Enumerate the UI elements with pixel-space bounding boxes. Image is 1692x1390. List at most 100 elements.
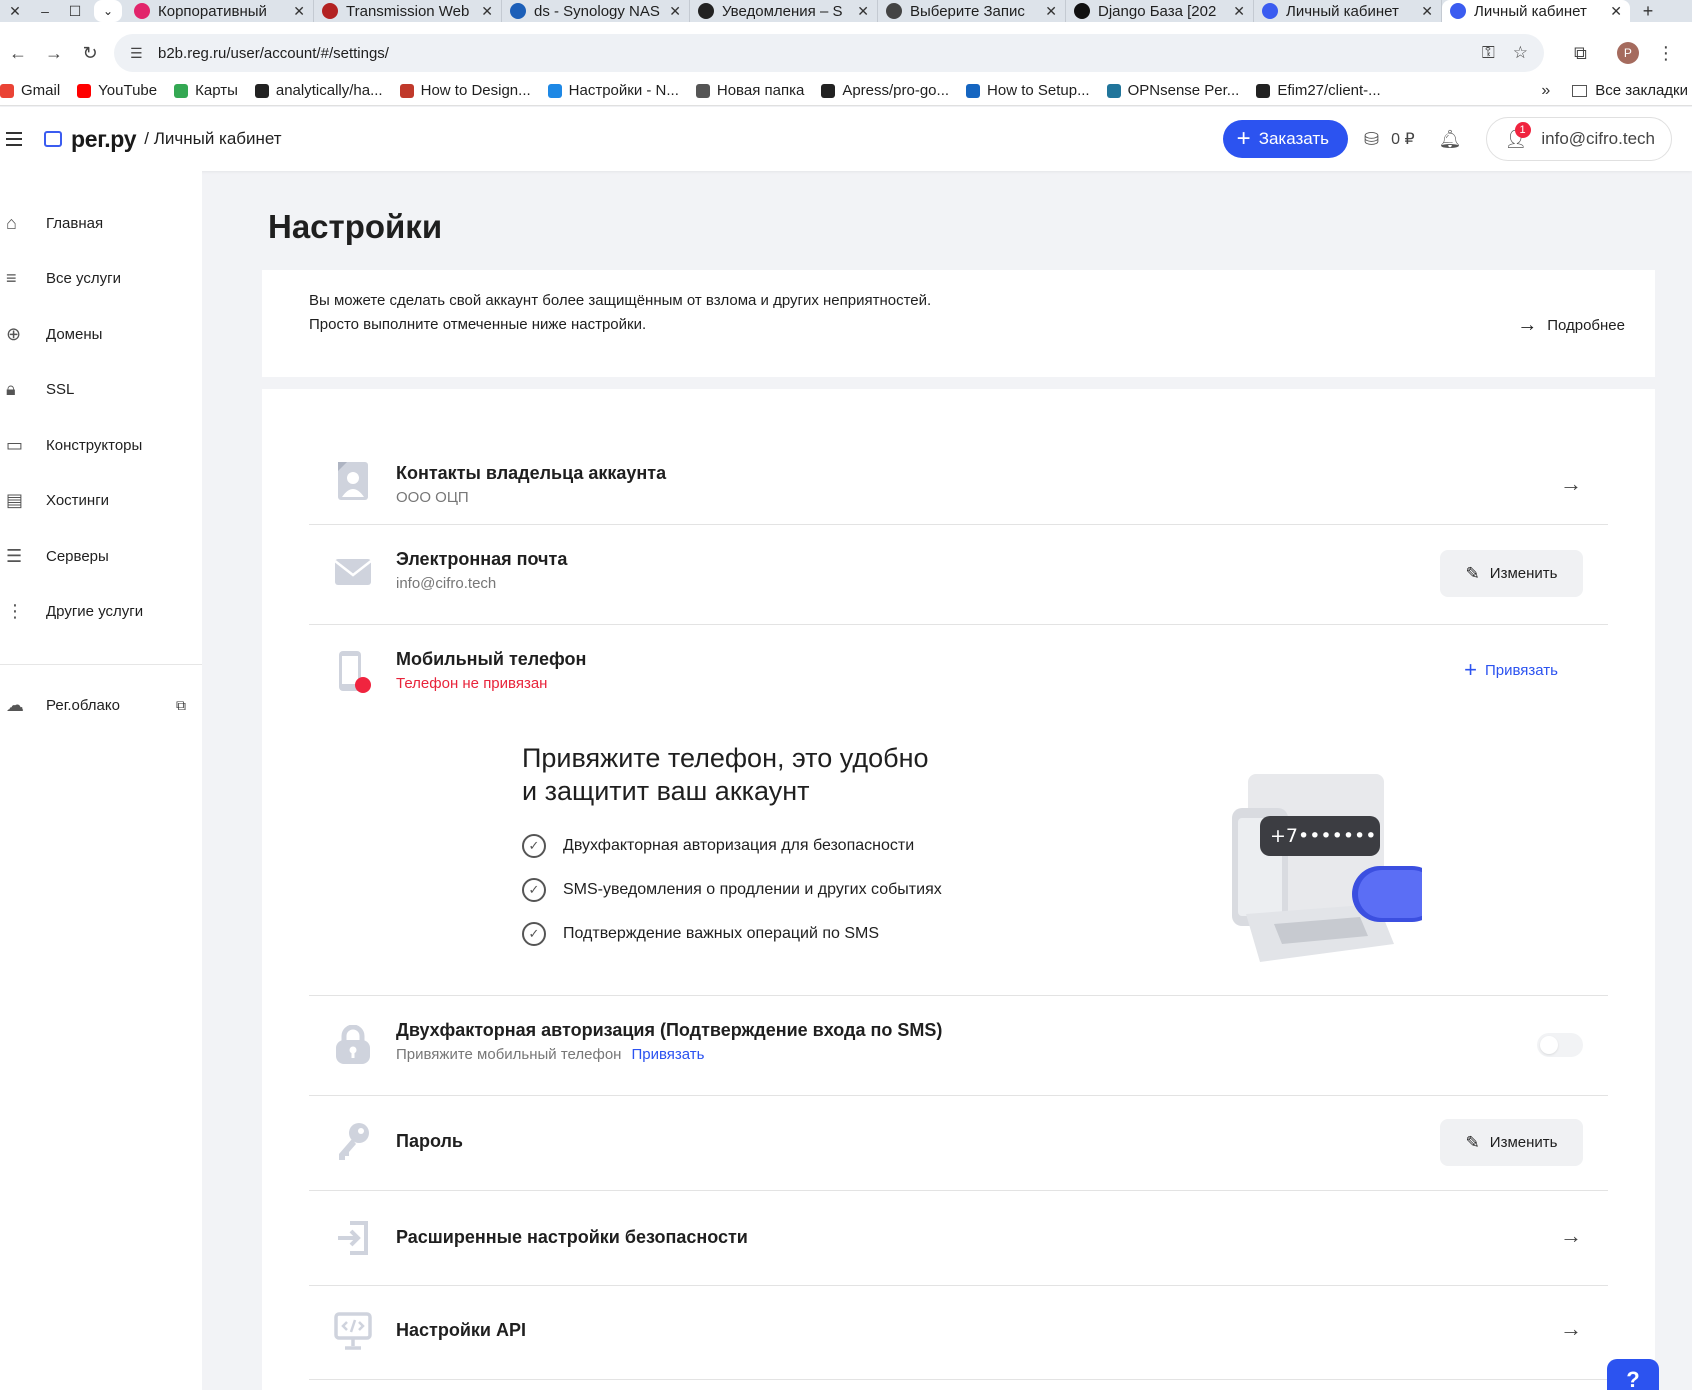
hamburger-menu-icon[interactable] xyxy=(0,132,34,146)
code-monitor-icon xyxy=(333,1311,373,1351)
tab-favicon-icon xyxy=(322,3,338,19)
twofa-bind-link[interactable]: Привязать xyxy=(631,1046,704,1063)
sidebar-item[interactable]: ⊕ Домены xyxy=(0,319,202,349)
sidebar-item[interactable]: ▭ Конструкторы xyxy=(0,430,202,460)
bookmark-item[interactable]: Efim27/client-... xyxy=(1256,82,1381,99)
api-settings-row[interactable]: Настройки API → xyxy=(309,1285,1608,1380)
arrow-right-icon[interactable]: → xyxy=(1560,1316,1582,1342)
change-password-button[interactable]: ✎ Изменить xyxy=(1440,1119,1583,1166)
sidebar-item[interactable]: ▤ Хостинги xyxy=(0,485,202,515)
forward-icon[interactable]: → xyxy=(36,43,72,64)
sidebar-item[interactable]: ⌂ Главная xyxy=(0,208,202,238)
bookmark-item[interactable]: Настройки - N... xyxy=(547,82,679,99)
bind-phone-link[interactable]: + Привязать xyxy=(1464,659,1558,681)
twofa-subtitle: Привяжите мобильный телефон Привязать xyxy=(396,1046,704,1063)
change-email-button[interactable]: ✎ Изменить xyxy=(1440,550,1583,597)
arrow-right-icon[interactable]: → xyxy=(1560,471,1582,497)
bookmark-label: How to Setup... xyxy=(987,82,1090,99)
order-button-label: Заказать xyxy=(1258,129,1330,148)
balance[interactable]: 0 ₽ xyxy=(1391,129,1415,149)
promo-benefit-item: ✓ Двухфакторная авторизация для безопасно… xyxy=(522,834,914,858)
bookmark-item[interactable]: Gmail xyxy=(0,82,60,99)
twofa-toggle[interactable] xyxy=(1537,1033,1583,1057)
sidebar-item[interactable]: ☰ Серверы xyxy=(0,541,202,571)
tab-close-icon[interactable]: ✕ xyxy=(293,3,305,20)
promo-benefit-label: SMS-уведомления о продлении и других соб… xyxy=(563,881,942,898)
arrow-right-icon[interactable]: → xyxy=(1560,1223,1582,1249)
bell-icon[interactable]: 🔔︎ xyxy=(1439,129,1462,150)
browser-tab[interactable]: Личный кабинет ✕ xyxy=(1254,0,1442,22)
browser-tab[interactable]: Корпоративный ✕ xyxy=(126,0,314,22)
browser-tabstrip: ✕ – ☐ ⌄ Корпоративный ✕ Transmission Web ✕ d… xyxy=(0,0,1692,22)
bookmark-item[interactable]: Новая папка xyxy=(695,82,805,99)
sidebar-item-label: SSL xyxy=(46,380,75,398)
bookmark-item[interactable]: How to Design... xyxy=(399,82,531,99)
bookmark-item[interactable]: Карты xyxy=(174,82,238,99)
url-text[interactable]: b2b.reg.ru/user/account/#/settings/ xyxy=(158,45,1464,62)
sidebar-item-label: Все услуги xyxy=(46,269,121,287)
account-menu[interactable]: 👤︎ 1 info@cifro.tech xyxy=(1485,117,1672,161)
arrow-right-icon: → xyxy=(1517,314,1538,336)
bookmark-item[interactable]: OPNsense Per... xyxy=(1106,82,1239,99)
window-maximize-icon[interactable]: ☐ xyxy=(60,0,90,22)
sidebar-item-cloud[interactable]: ☁︎ Рег.облако ⧉ xyxy=(0,690,202,720)
password-key-icon[interactable]: ⚿ xyxy=(1482,43,1495,63)
browser-menu-icon[interactable]: ⋮ xyxy=(1657,43,1675,64)
reload-icon[interactable]: ↻ xyxy=(72,43,108,64)
window-minimize-icon[interactable]: – xyxy=(30,0,60,22)
tab-close-icon[interactable]: ✕ xyxy=(1610,3,1622,20)
account-email: info@cifro.tech xyxy=(1541,129,1655,148)
phone-row: Мобильный телефон Телефон не привязан + … xyxy=(309,624,1608,724)
tab-close-icon[interactable]: ✕ xyxy=(1233,3,1245,20)
order-button[interactable]: + Заказать xyxy=(1222,120,1349,158)
email-subtitle: info@cifro.tech xyxy=(396,575,497,592)
browser-tab[interactable]: Уведомления – S ✕ xyxy=(690,0,878,22)
tab-close-icon[interactable]: ✕ xyxy=(669,3,681,20)
site-info-icon[interactable]: ☰ xyxy=(130,45,150,62)
back-icon[interactable]: ← xyxy=(0,43,36,64)
bookmark-item[interactable]: Apress/pro-go... xyxy=(821,82,949,99)
tab-close-icon[interactable]: ✕ xyxy=(1045,3,1057,20)
logo[interactable]: рег.ру xyxy=(44,126,137,153)
browser-tab[interactable]: ds - Synology NAS ✕ xyxy=(502,0,690,22)
tab-close-icon[interactable]: ✕ xyxy=(1421,3,1433,20)
password-row: Пароль ✎ Изменить xyxy=(309,1095,1608,1190)
profile-avatar[interactable]: P xyxy=(1616,42,1639,64)
promo-benefit-label: Подтверждение важных операций по SMS xyxy=(563,925,880,942)
all-bookmarks[interactable]: Все закладки xyxy=(1572,82,1688,99)
browser-tab[interactable]: Transmission Web ✕ xyxy=(314,0,502,22)
window-close-icon[interactable]: ✕ xyxy=(0,0,30,22)
change-email-label: Изменить xyxy=(1489,565,1558,582)
owner-contacts-row[interactable]: Контакты владельца аккаунта ООО ОЦП → xyxy=(309,449,1608,529)
browser-tab[interactable]: Django База [202 ✕ xyxy=(1066,0,1254,22)
help-button[interactable]: ? xyxy=(1607,1359,1659,1390)
security-settings-row[interactable]: Расширенные настройки безопасности → xyxy=(309,1190,1608,1285)
sidebar-item[interactable]: ≡ Все услуги xyxy=(0,263,202,293)
tab-close-icon[interactable]: ✕ xyxy=(481,3,493,20)
more-link[interactable]: → Подробнее xyxy=(1517,314,1625,337)
sidebar-item[interactable]: ⋮ Другие услуги xyxy=(0,596,202,626)
bookmark-item[interactable]: How to Setup... xyxy=(966,82,1090,99)
bookmark-star-icon[interactable]: ☆ xyxy=(1513,43,1528,63)
sidebar-item-label: Хостинги xyxy=(46,491,110,509)
browser-tab[interactable]: Личный кабинет ✕ xyxy=(1442,0,1630,22)
tab-title: ds - Synology NAS xyxy=(534,2,660,20)
bookmark-label: Efim27/client-... xyxy=(1277,82,1381,99)
extensions-icon[interactable]: ⧉ xyxy=(1574,43,1587,64)
bookmarks-more-icon[interactable]: » xyxy=(1541,82,1550,100)
bookmark-label: Новая папка xyxy=(716,82,805,99)
bookmark-favicon-icon xyxy=(695,83,710,98)
coins-icon[interactable]: ⛁ xyxy=(1364,129,1379,150)
bookmark-favicon-icon xyxy=(77,83,92,98)
address-bar[interactable]: ☰ b2b.reg.ru/user/account/#/settings/ ⚿ … xyxy=(114,34,1544,72)
owner-contacts-title: Контакты владельца аккаунта xyxy=(396,463,667,483)
bookmark-label: Настройки - N... xyxy=(568,82,679,99)
bookmark-item[interactable]: analytically/ha... xyxy=(254,82,383,99)
tab-search-icon[interactable]: ⌄ xyxy=(94,0,122,22)
new-tab-button[interactable]: + xyxy=(1630,1,1666,22)
phone-laptop-illustration: +7••••••• xyxy=(1162,774,1440,974)
bookmark-item[interactable]: YouTube xyxy=(77,82,157,99)
browser-tab[interactable]: Выберите Запис ✕ xyxy=(878,0,1066,22)
sidebar-item[interactable]: 🔒︎ SSL xyxy=(0,374,202,404)
tab-close-icon[interactable]: ✕ xyxy=(857,3,869,20)
